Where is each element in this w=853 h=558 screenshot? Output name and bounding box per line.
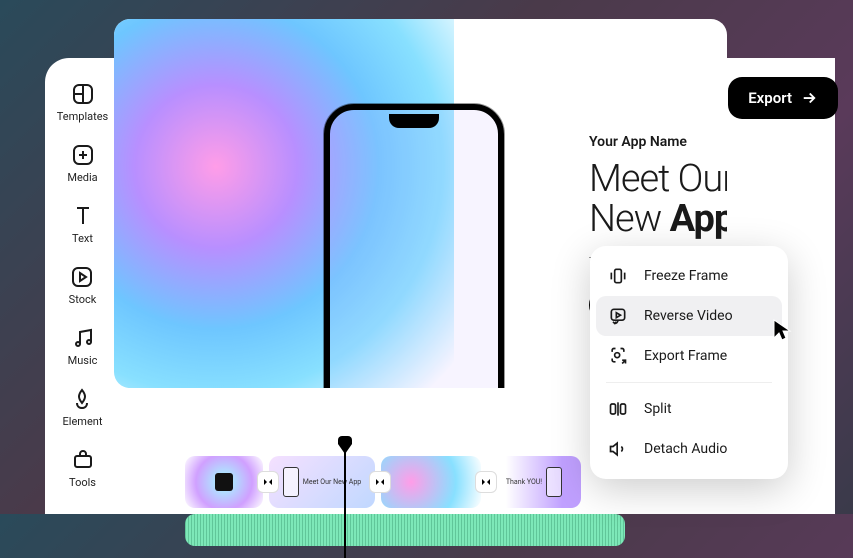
transition-marker[interactable] bbox=[475, 471, 497, 493]
sidebar-label: Stock bbox=[69, 293, 97, 306]
audio-track[interactable] bbox=[185, 514, 625, 546]
menu-item-label: Freeze Frame bbox=[644, 268, 728, 284]
sidebar-label: Media bbox=[67, 171, 97, 184]
sidebar: Templates Media Text Stock Music Element… bbox=[45, 72, 120, 489]
sidebar-label: Music bbox=[68, 354, 98, 367]
menu-item-label: Export Frame bbox=[644, 348, 727, 364]
playhead[interactable] bbox=[344, 438, 346, 558]
export-frame-icon bbox=[608, 346, 628, 366]
timeline-clip[interactable] bbox=[381, 456, 481, 508]
media-icon bbox=[71, 143, 95, 167]
sidebar-label: Tools bbox=[69, 476, 96, 489]
cursor-pointer bbox=[772, 318, 794, 344]
reverse-video-icon bbox=[608, 306, 628, 326]
split-icon bbox=[608, 399, 628, 419]
transition-marker[interactable] bbox=[257, 471, 279, 493]
sidebar-label: Element bbox=[63, 415, 103, 428]
export-button[interactable]: Export bbox=[728, 77, 838, 119]
timeline[interactable]: Meet Our New App Thank YOU! bbox=[185, 456, 625, 546]
context-menu: Freeze Frame Reverse Video Export Frame … bbox=[590, 246, 788, 479]
sidebar-label: Text bbox=[72, 232, 93, 245]
menu-item-label: Reverse Video bbox=[644, 308, 733, 324]
freeze-frame-icon bbox=[608, 266, 628, 286]
export-label: Export bbox=[748, 89, 792, 107]
sidebar-label: Templates bbox=[57, 110, 108, 123]
menu-item-export-frame[interactable]: Export Frame bbox=[596, 336, 782, 376]
stock-icon bbox=[70, 265, 94, 289]
menu-item-freeze-frame[interactable]: Freeze Frame bbox=[596, 256, 782, 296]
sidebar-item-element[interactable]: Element bbox=[63, 387, 103, 428]
menu-divider bbox=[606, 382, 772, 383]
menu-item-reverse-video[interactable]: Reverse Video bbox=[596, 296, 782, 336]
headline-text: Meet Our New App bbox=[589, 160, 727, 240]
sidebar-item-text[interactable]: Text bbox=[71, 204, 95, 245]
element-icon bbox=[70, 387, 94, 411]
music-icon bbox=[71, 326, 95, 350]
detach-audio-icon bbox=[608, 439, 628, 459]
timeline-clip[interactable]: Thank YOU! bbox=[487, 456, 581, 508]
phone-mockup bbox=[324, 104, 504, 388]
menu-item-split[interactable]: Split bbox=[596, 389, 782, 429]
sidebar-item-media[interactable]: Media bbox=[67, 143, 97, 184]
sidebar-item-stock[interactable]: Stock bbox=[69, 265, 97, 306]
sidebar-item-music[interactable]: Music bbox=[68, 326, 98, 367]
sidebar-item-templates[interactable]: Templates bbox=[57, 82, 108, 123]
menu-item-detach-audio[interactable]: Detach Audio bbox=[596, 429, 782, 469]
timeline-clip[interactable] bbox=[185, 456, 263, 508]
timeline-clip[interactable]: Meet Our New App bbox=[269, 456, 375, 508]
arrow-right-icon bbox=[800, 89, 818, 107]
templates-icon bbox=[71, 82, 95, 106]
app-name-text: Your App Name bbox=[589, 134, 727, 150]
transition-marker[interactable] bbox=[369, 471, 391, 493]
tools-icon bbox=[71, 448, 95, 472]
timeline-clips: Meet Our New App Thank YOU! bbox=[185, 456, 625, 508]
menu-item-label: Split bbox=[644, 401, 672, 417]
sidebar-item-tools[interactable]: Tools bbox=[69, 448, 96, 489]
menu-item-label: Detach Audio bbox=[644, 441, 727, 457]
text-icon bbox=[71, 204, 95, 228]
